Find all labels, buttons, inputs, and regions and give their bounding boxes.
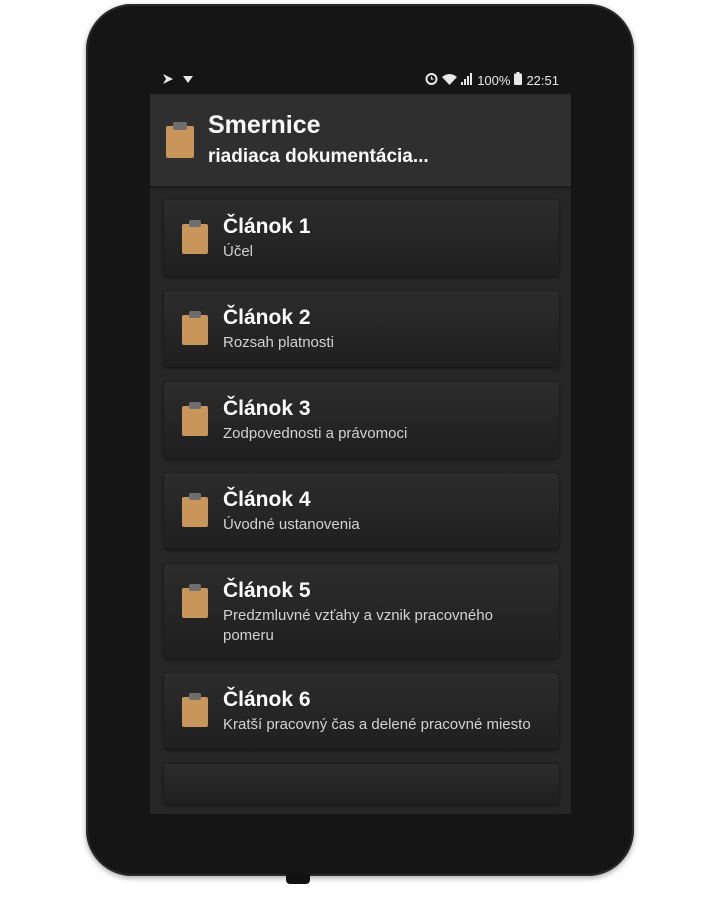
app-screen: Smernice riadiaca dokumentácia... Článok… <box>150 94 571 814</box>
clipboard-icon <box>166 122 194 158</box>
article-item-partial[interactable] <box>164 764 559 804</box>
article-subtitle: Účel <box>223 243 254 260</box>
article-item-4[interactable]: Článok 4 Úvodné ustanovenia <box>164 473 559 549</box>
alarm-icon <box>425 72 438 88</box>
article-item-3[interactable]: Článok 3 Zodpovednosti a právomoci <box>164 382 559 458</box>
clipboard-icon <box>182 311 208 345</box>
article-title: Článok 1 <box>223 215 311 238</box>
article-item-6[interactable]: Článok 6 Kratší pracovný čas a delené pr… <box>164 673 559 749</box>
clipboard-icon <box>182 220 208 254</box>
clipboard-icon <box>182 493 208 527</box>
article-item-5[interactable]: Článok 5 Predzmluvné vzťahy a vznik prac… <box>164 564 559 658</box>
article-title: Článok 6 <box>223 688 311 711</box>
article-subtitle: Rozsah platnosti <box>223 334 334 351</box>
article-title: Článok 4 <box>223 488 311 511</box>
app-bar: Smernice riadiaca dokumentácia... <box>150 94 571 186</box>
status-bar: 100% 22:51 <box>150 68 571 92</box>
app-title: Smernice <box>208 111 321 139</box>
article-title: Článok 2 <box>223 306 311 329</box>
signal-icon <box>461 72 473 88</box>
clipboard-icon <box>182 584 208 618</box>
device-button <box>286 874 310 884</box>
article-title: Článok 3 <box>223 397 311 420</box>
download-icon <box>182 73 194 88</box>
wifi-icon <box>442 73 458 88</box>
battery-icon <box>514 72 523 88</box>
app-subtitle: riadiaca dokumentácia... <box>208 146 429 167</box>
clipboard-icon <box>182 693 208 727</box>
battery-percent: 100% <box>477 72 511 88</box>
navigation-icon <box>162 73 174 88</box>
article-item-1[interactable]: Článok 1 Účel <box>164 200 559 276</box>
article-title: Článok 5 <box>223 579 311 602</box>
article-item-2[interactable]: Článok 2 Rozsah platnosti <box>164 291 559 367</box>
article-subtitle: Zodpovednosti a právomoci <box>223 425 408 442</box>
article-subtitle: Predzmluvné vzťahy a vznik pracovného po… <box>223 607 493 644</box>
status-time: 22:51 <box>526 72 559 88</box>
clipboard-icon <box>182 402 208 436</box>
article-subtitle: Úvodné ustanovenia <box>223 516 360 533</box>
article-list: Článok 1 Účel Článok 2 Rozsah platnosti … <box>150 186 571 804</box>
article-subtitle: Kratší pracovný čas a delené pracovné mi… <box>223 716 531 733</box>
